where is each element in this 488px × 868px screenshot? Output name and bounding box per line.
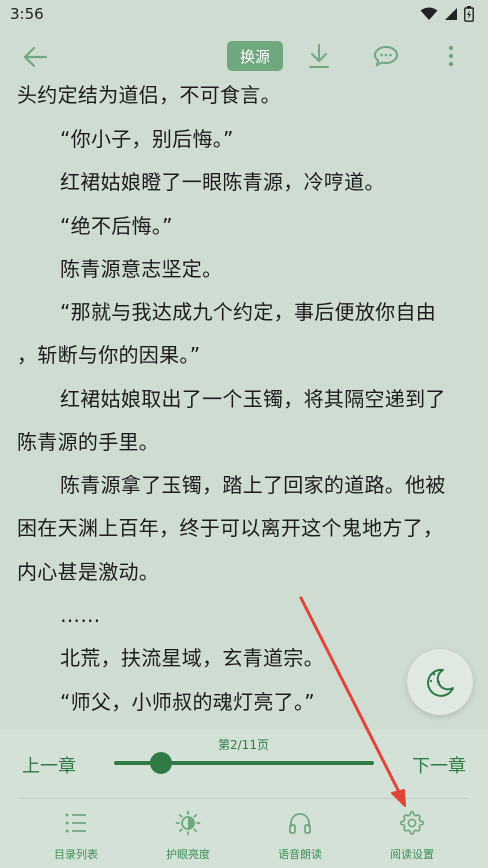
text-line: “你小子，别后悔。” [60,127,234,151]
change-source-button[interactable]: 换源 [227,41,283,71]
wifi-icon [420,7,438,20]
nav-label: 语音朗读 [278,848,322,861]
cell-signal-icon [445,8,457,20]
nav-label: 目录列表 [54,848,98,861]
text-line: 红裙姑娘取出了一个玉镯，将其隔空递到了 [60,387,446,411]
text-line: “绝不后悔。” [60,214,173,238]
download-button[interactable] [303,40,335,72]
text-line: 陈青源拿了玉镯，踏上了回家的道路。他被 [60,473,446,497]
text-line: 头约定结为道侣，不可食言。 [17,83,281,107]
reader-toolbar: 换源 [0,28,488,84]
slider-thumb[interactable] [149,752,172,774]
previous-chapter-button[interactable]: 上一章 [22,752,76,778]
nav-label: 阅读设置 [390,848,434,861]
bottom-control-panel: 第2/11页 上一章 下一章 目录列表 护眼亮度 语音朗读 阅读设置 [0,730,488,868]
download-icon [309,44,329,68]
nav-reading-settings[interactable]: 阅读设置 [362,808,462,862]
text-line: 红裙姑娘瞪了一眼陈青源，冷哼道。 [60,170,385,194]
more-vertical-icon [448,45,454,67]
nav-brightness[interactable]: 护眼亮度 [138,808,238,862]
status-bar: 3:56 [0,0,488,28]
text-line: 内心甚是激动。 [17,560,160,584]
divider [18,798,468,799]
brightness-icon [173,808,203,838]
battery-icon [464,6,474,22]
nav-toc[interactable]: 目录列表 [26,808,126,862]
text-line: ，斩断与你的因果。” [17,343,201,367]
text-line: 陈青源意志坚定。 [60,257,223,281]
headphones-icon [285,808,315,838]
settings-gear-icon [397,808,427,838]
back-button[interactable] [20,42,50,72]
text-line: 陈青源的手里。 [17,430,160,454]
arrow-left-icon [23,46,48,68]
moon-stars-icon [427,668,454,697]
comment-button[interactable] [370,40,402,72]
text-line: …… [60,603,101,627]
text-line: 困在天渊上百年，终于可以离开这个鬼地方了， [17,516,444,540]
night-mode-button[interactable] [407,649,473,715]
chat-bubble-icon [373,45,399,67]
more-options-button[interactable] [438,40,464,72]
nav-read-aloud[interactable]: 语音朗读 [250,808,350,862]
text-line: “那就与我达成九个约定，事后便放你自由 [60,300,437,324]
text-line: “师父，小师叔的魂灯亮了。” [60,690,315,714]
next-chapter-button[interactable]: 下一章 [412,752,466,778]
reading-content[interactable]: 头约定结为道侣，不可食言。 “你小子，别后悔。” 红裙姑娘瞪了一眼陈青源，冷哼道。 “… [0,78,488,730]
nav-label: 护眼亮度 [166,848,210,861]
status-time: 3:56 [10,5,44,23]
text-line: 北荒，扶流星域，玄青道宗。 [60,646,324,670]
list-icon [61,808,91,838]
page-indicator: 第2/11页 [218,738,269,752]
status-icons [420,6,474,22]
